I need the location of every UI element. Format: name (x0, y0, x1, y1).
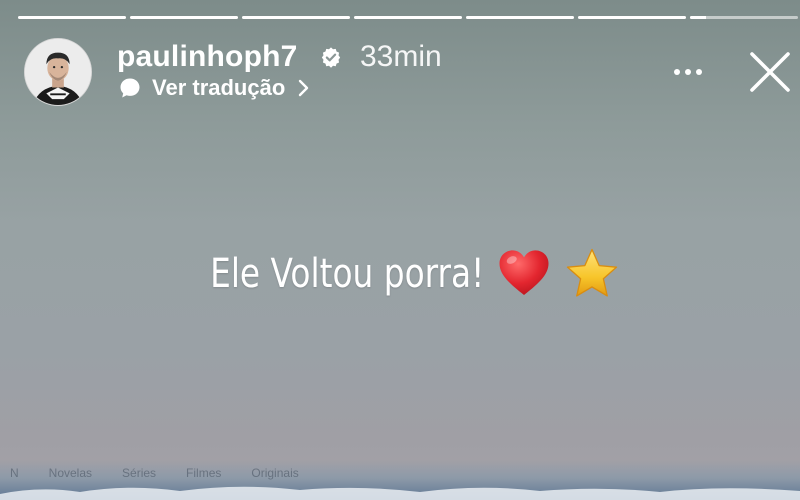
progress-segment-fill (18, 16, 126, 19)
clouds-image (0, 486, 800, 500)
progress-segment (578, 16, 686, 19)
username[interactable]: paulinhoph7 (117, 40, 298, 74)
red-heart-icon (499, 250, 549, 295)
progress-segment (130, 16, 238, 19)
profile-photo-icon (25, 39, 91, 105)
background-menu: N Novelas Séries Filmes Originais (0, 466, 800, 482)
verified-badge-icon (321, 47, 341, 68)
progress-segment-fill (354, 16, 462, 19)
story-progress-bar (18, 16, 798, 20)
progress-segment-fill (690, 16, 707, 19)
background-menu-item: Séries (122, 466, 157, 480)
see-translation-label: Ver tradução (152, 75, 286, 100)
progress-segment-fill (466, 16, 574, 19)
profile-avatar[interactable] (24, 38, 92, 106)
progress-segment-fill (242, 16, 350, 19)
progress-segment-fill (130, 16, 238, 19)
progress-segment (690, 16, 798, 19)
background-menu-item: N (10, 466, 19, 480)
background-menu-item: Originais (251, 466, 299, 480)
progress-segment (354, 16, 462, 19)
chat-bubble-icon (120, 78, 140, 98)
progress-segment (242, 16, 350, 19)
chevron-right-icon (299, 79, 309, 97)
more-options-button[interactable] (668, 60, 708, 84)
background-menu-item: Filmes (186, 466, 222, 480)
more-horizontal-icon-dot (685, 69, 691, 75)
more-horizontal-icon-dot (674, 69, 680, 75)
progress-segment-fill (578, 16, 686, 19)
caption-text: Ele Voltou porra! (209, 251, 485, 297)
progress-segment (18, 16, 126, 19)
post-time: 33min (360, 40, 442, 73)
see-translation-link[interactable]: Ver tradução (118, 73, 311, 103)
star-icon (567, 248, 618, 297)
more-horizontal-icon-dot (696, 69, 702, 75)
progress-segment (466, 16, 574, 19)
close-icon[interactable] (746, 48, 794, 96)
background-menu-item: Novelas (48, 466, 93, 480)
story-caption: Ele Voltou porra! (0, 246, 800, 302)
background-content-peek: N Novelas Séries Filmes Originais (0, 460, 800, 500)
